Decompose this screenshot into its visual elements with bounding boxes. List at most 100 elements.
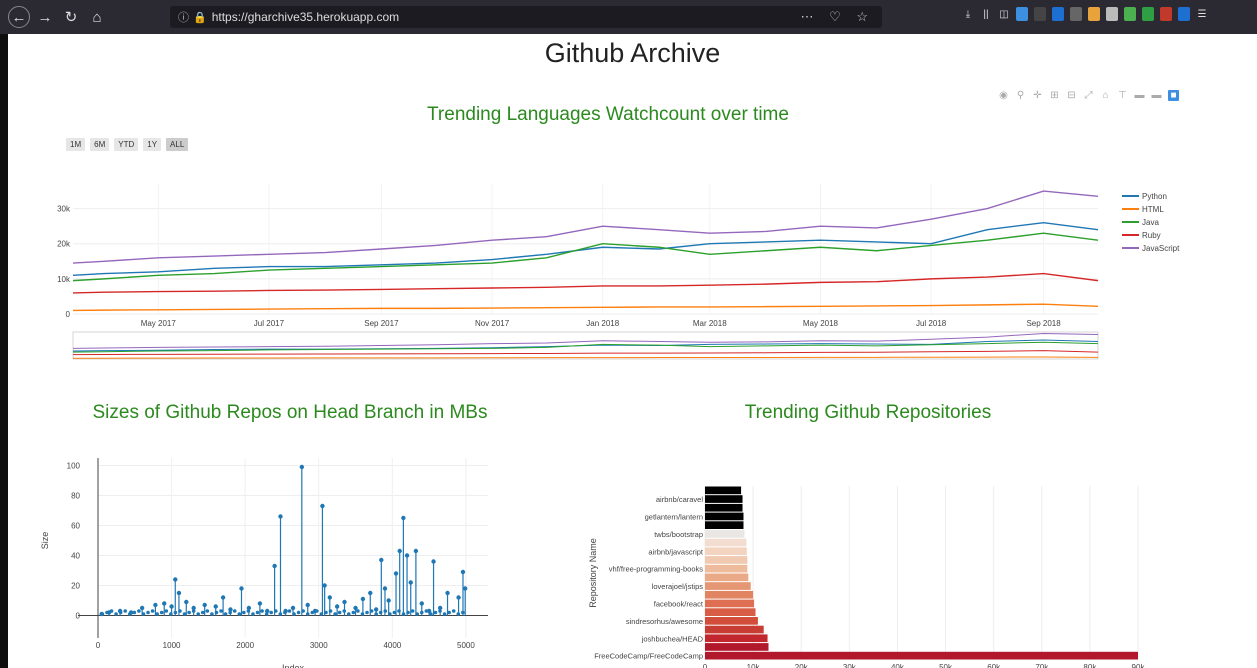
data-point bbox=[447, 610, 451, 615]
spike-icon[interactable]: ⊤ bbox=[1117, 90, 1128, 101]
bar bbox=[705, 503, 743, 512]
translate-icon[interactable] bbox=[1178, 7, 1190, 21]
extension-toolbar: ⤓ || ◫ ☰ bbox=[962, 7, 1208, 21]
data-point bbox=[456, 595, 461, 600]
ext-icon[interactable] bbox=[1088, 7, 1100, 21]
hover-closest-icon[interactable]: ▬ bbox=[1134, 90, 1145, 101]
data-point bbox=[214, 610, 219, 615]
camera-icon[interactable]: ◉ bbox=[998, 90, 1009, 101]
ext-icon[interactable] bbox=[1034, 7, 1046, 21]
ext-icon[interactable] bbox=[1142, 7, 1154, 21]
data-point bbox=[386, 598, 391, 603]
hover-compare-icon[interactable]: ▬ bbox=[1151, 90, 1162, 101]
data-point bbox=[374, 612, 378, 616]
x-tick-label: 4000 bbox=[383, 641, 401, 650]
library-icon[interactable]: || bbox=[980, 7, 992, 21]
home-icon[interactable]: ⌂ bbox=[86, 6, 108, 28]
data-point bbox=[200, 610, 205, 615]
ext-icon[interactable] bbox=[1124, 7, 1136, 21]
data-point bbox=[178, 609, 182, 613]
data-point bbox=[342, 599, 347, 605]
data-point bbox=[169, 604, 174, 609]
info-icon[interactable]: ⓘ bbox=[178, 9, 189, 25]
account-icon[interactable] bbox=[1016, 7, 1028, 21]
scatter-chart[interactable]: 0204060801000 1000 2000 3000 4000 5000IndexSi… bbox=[8, 448, 568, 668]
data-point bbox=[278, 514, 283, 519]
ext-icon[interactable] bbox=[1160, 7, 1172, 21]
data-point bbox=[272, 563, 277, 569]
y-tick-label: 0 bbox=[66, 310, 71, 319]
data-point bbox=[328, 609, 333, 613]
x-tick-label: 20k bbox=[795, 663, 809, 668]
data-point bbox=[382, 586, 388, 591]
url-text[interactable]: https://gharchive35.herokuapp.com bbox=[212, 10, 399, 24]
page-actions[interactable]: ⋯ ♡ ☆ bbox=[800, 9, 874, 25]
data-point bbox=[327, 595, 332, 600]
data-point bbox=[127, 612, 132, 616]
pan-icon[interactable]: ✛ bbox=[1032, 90, 1043, 101]
data-point bbox=[150, 609, 155, 613]
data-point bbox=[141, 612, 146, 616]
x-tick-label: Sep 2017 bbox=[364, 319, 399, 328]
data-point bbox=[360, 612, 365, 616]
data-point bbox=[123, 609, 128, 613]
data-point bbox=[255, 610, 260, 615]
data-point bbox=[393, 571, 399, 576]
data-point bbox=[401, 515, 406, 521]
url-bar[interactable]: ⓘ 🔒 https://gharchive35.herokuapp.com ⋯ … bbox=[170, 6, 882, 28]
plotly-logo-icon[interactable]: ■ bbox=[1168, 90, 1179, 101]
ext-icon[interactable] bbox=[1052, 7, 1064, 21]
data-point bbox=[388, 612, 392, 616]
data-point bbox=[219, 609, 223, 613]
bar bbox=[705, 556, 748, 564]
data-point bbox=[413, 548, 419, 554]
data-point bbox=[334, 604, 340, 609]
data-point bbox=[264, 612, 269, 616]
legend-label: Ruby bbox=[1142, 231, 1161, 240]
x-tick-label: 0 bbox=[703, 663, 708, 668]
data-point bbox=[182, 612, 187, 616]
y-axis-label: Size bbox=[40, 532, 50, 550]
data-point bbox=[105, 610, 109, 615]
line-chart[interactable]: 0 10k 20k 30k May 2017 Jul 2017 Sep 2017 Nov 20… bbox=[8, 144, 1257, 364]
bar bbox=[705, 512, 744, 521]
page-title: Github Archive bbox=[544, 38, 721, 68]
bar-chart[interactable]: 0 10k 20k 30k 40k 50k 60k 70k 80k 90k FreeCodeCamp… bbox=[568, 448, 1257, 668]
autoscale-icon[interactable]: ⤢ bbox=[1083, 90, 1094, 101]
menu-icon[interactable]: ☰ bbox=[1196, 7, 1208, 21]
bar bbox=[705, 617, 758, 625]
ext-icon[interactable] bbox=[1106, 7, 1118, 21]
lock-icon[interactable]: 🔒 bbox=[193, 11, 207, 24]
reload-icon[interactable]: ↻ bbox=[60, 6, 82, 28]
sidebar-icon[interactable]: ◫ bbox=[998, 7, 1010, 21]
back-icon[interactable]: ← bbox=[8, 6, 30, 28]
reset-axes-icon[interactable]: ⌂ bbox=[1100, 90, 1111, 101]
data-point bbox=[220, 595, 226, 600]
line-chart-title: Trending Languages Watchcount over time bbox=[427, 104, 789, 125]
data-point bbox=[162, 601, 167, 606]
zoom-icon[interactable]: ⚲ bbox=[1015, 90, 1026, 101]
forward-icon[interactable]: → bbox=[34, 6, 56, 28]
x-tick-label: 3000 bbox=[310, 641, 328, 650]
download-icon[interactable]: ⤓ bbox=[962, 7, 974, 21]
data-point bbox=[137, 609, 141, 613]
data-point bbox=[164, 609, 169, 613]
y-tick-label: 100 bbox=[67, 462, 81, 471]
zoom-out-icon[interactable]: ⊟ bbox=[1066, 90, 1077, 101]
x-tick-label: 60k bbox=[987, 663, 1001, 668]
zoom-in-icon[interactable]: ⊞ bbox=[1049, 90, 1060, 101]
data-point bbox=[242, 610, 246, 615]
y-tick-label: vhf/free-programming-books bbox=[609, 565, 703, 574]
x-tick-label: Mar 2018 bbox=[693, 319, 727, 328]
data-point bbox=[202, 602, 207, 608]
bar bbox=[705, 625, 764, 634]
y-tick-label: 10k bbox=[57, 275, 71, 284]
ext-icon[interactable] bbox=[1070, 7, 1082, 21]
data-point bbox=[397, 548, 402, 554]
data-point bbox=[187, 610, 191, 615]
data-point bbox=[251, 612, 255, 616]
data-point bbox=[360, 596, 366, 602]
range-slider-line bbox=[72, 350, 1099, 356]
y-tick-label: sindresorhus/awesome bbox=[626, 617, 703, 626]
data-point bbox=[369, 609, 374, 613]
